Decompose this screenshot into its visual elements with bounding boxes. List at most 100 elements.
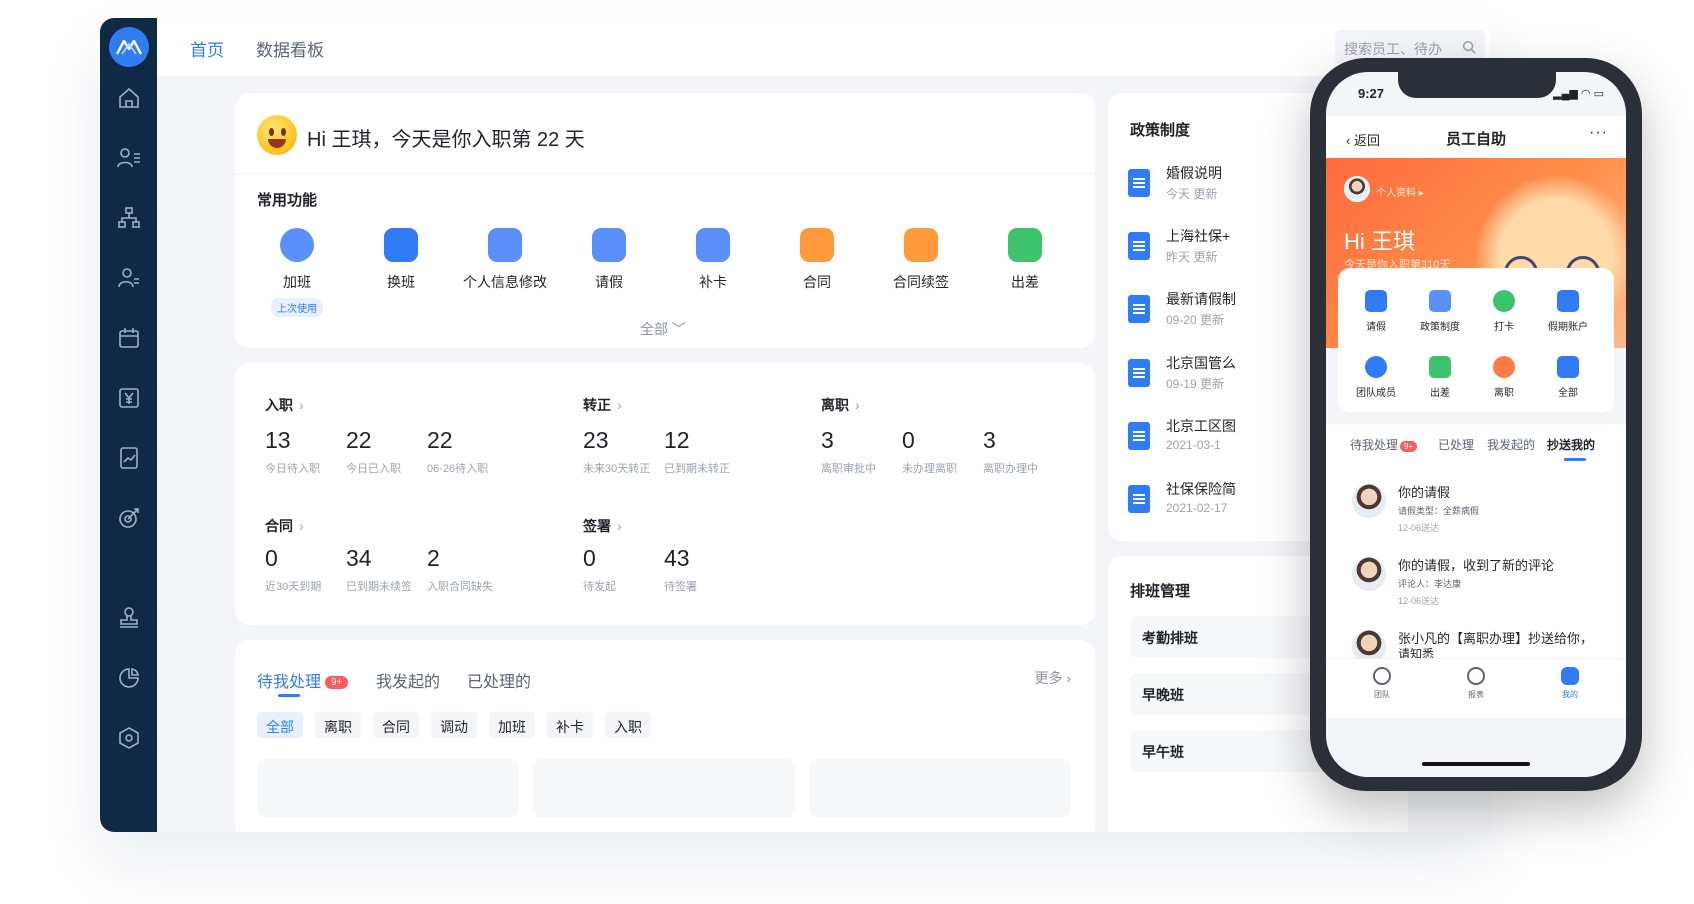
stat-item[interactable]: 0 近30天到期 xyxy=(265,545,321,594)
todo-item-card[interactable] xyxy=(533,758,795,818)
profile-link[interactable]: 个人资料 ▸ xyxy=(1376,184,1424,199)
doc-date: 2021-02-17 xyxy=(1166,501,1228,515)
filter-chip-onboard[interactable]: 入职 xyxy=(605,712,651,738)
stat-onboard-title[interactable]: 入职 › xyxy=(265,395,304,415)
quick-action-leave[interactable]: 请假 xyxy=(1344,290,1408,333)
chart-icon[interactable] xyxy=(116,665,142,691)
bottom-tab-mine[interactable]: 我的 xyxy=(1540,667,1600,700)
quick-actions-panel: 请假 政策制度 打卡 假期账户 团队成员 出差 离职 全部 xyxy=(1338,268,1614,412)
stat-item[interactable]: 13 今日待入职 xyxy=(265,427,320,476)
func-leave[interactable]: 请假 xyxy=(559,228,659,292)
quick-action-punch[interactable]: 打卡 xyxy=(1472,290,1536,333)
smile-bubble-icon xyxy=(1561,667,1579,685)
avatar[interactable] xyxy=(1344,176,1370,202)
stat-item[interactable]: 3 离职审批中 xyxy=(821,427,876,476)
user-manage-icon[interactable] xyxy=(116,265,142,291)
phone-tab-initiated[interactable]: 我发起的 xyxy=(1487,436,1535,453)
quick-action-resign[interactable]: 离职 xyxy=(1472,356,1536,399)
filter-chip-transfer[interactable]: 调动 xyxy=(431,712,477,738)
stat-regular-title[interactable]: 转正 › xyxy=(583,395,622,415)
avatar xyxy=(1350,555,1388,593)
stat-value: 0 xyxy=(902,427,915,453)
more-link[interactable]: 更多 › xyxy=(1034,668,1071,688)
clock-icon xyxy=(280,228,314,262)
func-overtime[interactable]: 加班 上次使用 xyxy=(247,228,347,317)
location-pin-icon xyxy=(1493,290,1515,312)
func-shift-swap[interactable]: 换班 xyxy=(351,228,451,292)
stat-caption: 待签署 xyxy=(664,581,697,593)
document-icon xyxy=(1128,485,1150,513)
func-contract-renew[interactable]: 合同续签 xyxy=(871,228,971,292)
tab-home[interactable]: 首页 xyxy=(190,36,224,61)
stat-item[interactable]: 12 已到期未转正 xyxy=(664,427,730,476)
func-edit-profile[interactable]: 个人信息修改 xyxy=(455,228,555,292)
tab-dashboard[interactable]: 数据看板 xyxy=(256,36,324,61)
stat-item[interactable]: 22 今日已入职 xyxy=(346,427,401,476)
message-subtitle: 评论人：李达康 xyxy=(1398,579,1462,589)
phone-tab-cc[interactable]: 抄送我的 xyxy=(1547,436,1595,453)
func-business-trip[interactable]: 出差 xyxy=(975,228,1075,292)
app-logo[interactable] xyxy=(109,27,149,67)
tab-my-todo[interactable]: 待我处理 9+ xyxy=(257,668,349,692)
employee-list-icon[interactable] xyxy=(116,145,142,171)
stat-caption: 入职合同缺失 xyxy=(427,581,493,593)
phone-screen: 9:27 ▂▄▆ ◠ ▭ ‹ 返回 员工自助 ··· 个人资料 ▸ Hi 王琪 … xyxy=(1326,72,1626,777)
report-icon[interactable] xyxy=(116,445,142,471)
count-badge: 9+ xyxy=(1400,441,1418,452)
stat-item[interactable]: 23 未来30天转正 xyxy=(583,427,650,476)
phone-notch xyxy=(1398,72,1556,98)
todo-item-card[interactable] xyxy=(809,758,1071,818)
smile-emoji-icon xyxy=(257,115,297,155)
stat-value: 22 xyxy=(427,427,453,453)
stat-item[interactable]: 2 入职合同缺失 xyxy=(427,545,493,594)
home-icon[interactable] xyxy=(116,85,142,111)
stat-title: 离职 xyxy=(821,397,849,413)
quick-label: 打卡 xyxy=(1494,322,1514,333)
doc-date: 09-20 更新 xyxy=(1166,313,1225,327)
quick-action-trip[interactable]: 出差 xyxy=(1408,356,1472,399)
top-bar: 首页 数据看板 xyxy=(157,18,1490,76)
active-tab-underline xyxy=(1564,458,1586,461)
stat-item[interactable]: 34 已到期未续签 xyxy=(346,545,412,594)
quick-action-team[interactable]: 团队成员 xyxy=(1344,356,1408,399)
bottom-tab-report[interactable]: 报表 xyxy=(1446,667,1506,700)
stat-item[interactable]: 0 未办理离职 xyxy=(902,427,957,476)
func-makeup-punch[interactable]: 补卡 xyxy=(663,228,763,292)
stat-item[interactable]: 22 06-26待入职 xyxy=(427,427,488,476)
expand-all-button[interactable]: 全部 ﹀ xyxy=(640,319,686,339)
filter-chip-all[interactable]: 全部 xyxy=(257,712,303,738)
func-contract[interactable]: 合同 xyxy=(767,228,867,292)
more-icon[interactable]: ··· xyxy=(1589,124,1608,142)
tab-initiated[interactable]: 我发起的 xyxy=(376,668,440,692)
filter-chip-overtime[interactable]: 加班 xyxy=(489,712,535,738)
salary-icon[interactable] xyxy=(116,385,142,411)
org-chart-icon[interactable] xyxy=(116,205,142,231)
chevron-right-icon: › xyxy=(855,397,860,413)
quick-action-all[interactable]: 全部 xyxy=(1536,356,1600,399)
calendar-clock-icon xyxy=(592,228,626,262)
stat-item[interactable]: 43 待签署 xyxy=(664,545,697,594)
tab-processed[interactable]: 已处理的 xyxy=(467,668,531,692)
performance-icon[interactable] xyxy=(116,505,142,531)
phone-tab-processed[interactable]: 已处理 xyxy=(1438,436,1474,453)
status-time: 9:27 xyxy=(1358,86,1385,101)
bottom-tab-team[interactable]: 团队 xyxy=(1352,667,1412,700)
stat-item[interactable]: 3 离职办理中 xyxy=(983,427,1038,476)
calendar-icon[interactable] xyxy=(116,325,142,351)
filter-chip-makeup[interactable]: 补卡 xyxy=(547,712,593,738)
quick-action-leave-account[interactable]: 假期账户 xyxy=(1536,290,1600,333)
stamp-icon[interactable] xyxy=(116,605,142,631)
phone-tab-todo[interactable]: 待我处理 9+ xyxy=(1350,436,1418,453)
document-icon xyxy=(1429,290,1451,312)
stat-resign-title[interactable]: 离职 › xyxy=(821,395,860,415)
quick-label: 政策制度 xyxy=(1420,322,1460,333)
chevron-right-icon: › xyxy=(299,518,304,534)
quick-action-policy[interactable]: 政策制度 xyxy=(1408,290,1472,333)
stat-contract-title[interactable]: 合同 › xyxy=(265,516,304,536)
todo-item-card[interactable] xyxy=(257,758,519,818)
stat-sign-title[interactable]: 签署 › xyxy=(583,516,622,536)
filter-chip-contract[interactable]: 合同 xyxy=(373,712,419,738)
settings-icon[interactable] xyxy=(116,725,142,751)
filter-chip-resign[interactable]: 离职 xyxy=(315,712,361,738)
stat-item[interactable]: 0 待发起 xyxy=(583,545,616,594)
